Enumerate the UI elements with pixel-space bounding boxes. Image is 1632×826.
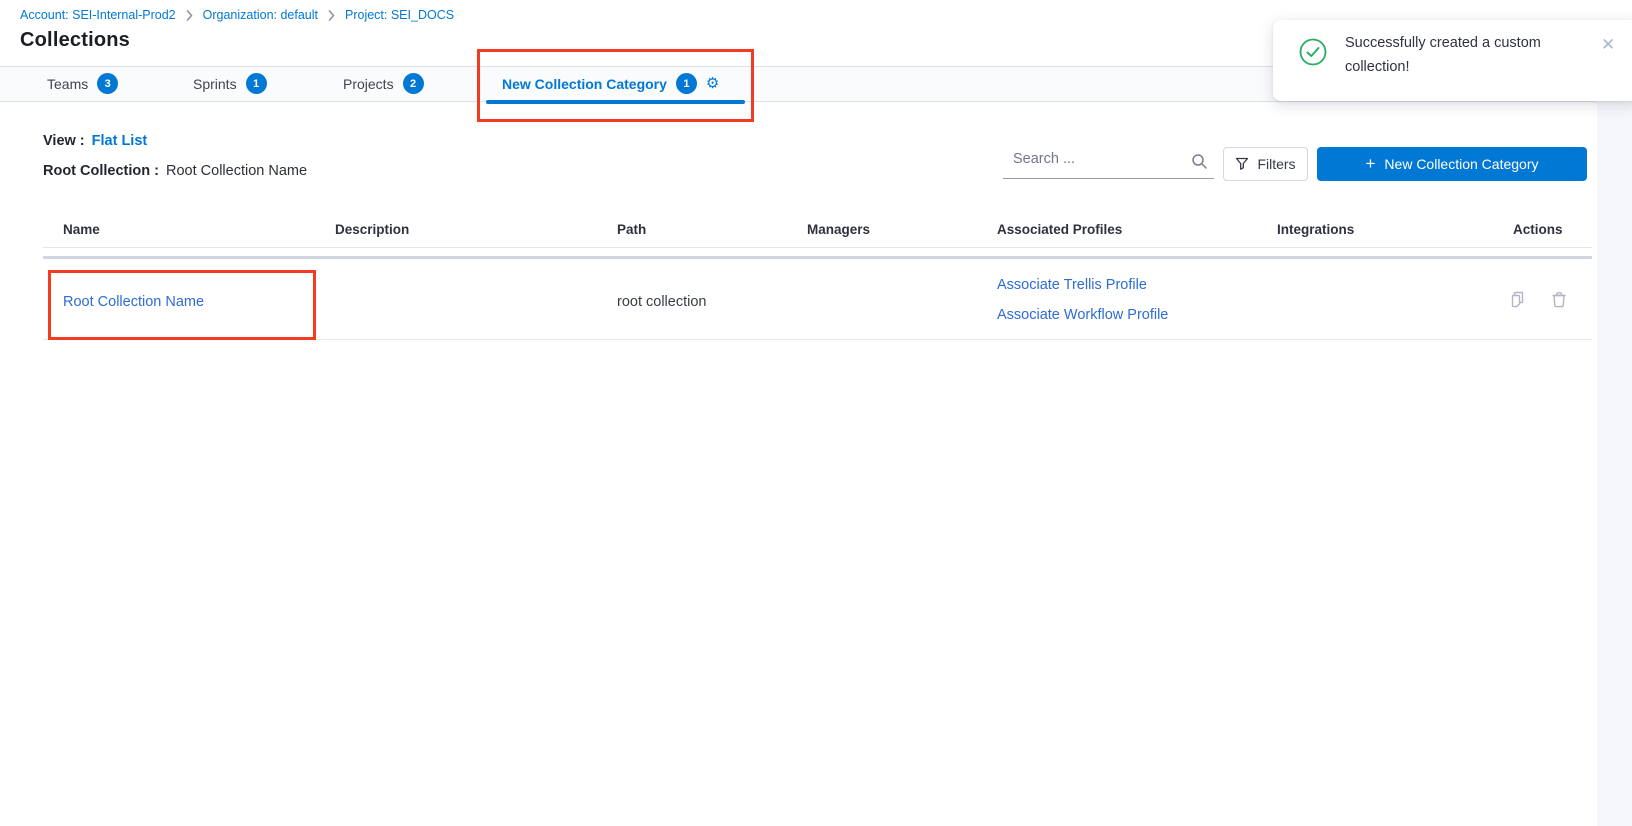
tab-new-collection-category[interactable]: New Collection Category 1 ⚙ <box>502 66 719 101</box>
column-header-associated-profiles: Associated Profiles <box>997 222 1122 237</box>
row-path-value: root collection <box>617 294 706 310</box>
close-icon[interactable]: ✕ <box>1601 36 1615 53</box>
new-collection-category-button-label: New Collection Category <box>1384 156 1538 172</box>
tab-teams-count-badge: 3 <box>97 73 118 94</box>
associate-workflow-profile-link[interactable]: Associate Workflow Profile <box>997 307 1168 323</box>
root-collection-label: Root Collection : <box>43 163 159 179</box>
search-field <box>1003 146 1214 179</box>
associate-trellis-profile-link[interactable]: Associate Trellis Profile <box>997 277 1147 293</box>
root-collection-value: Root Collection Name <box>166 163 307 179</box>
tab-projects[interactable]: Projects 2 <box>343 66 424 101</box>
chevron-right-icon <box>328 10 335 21</box>
success-check-icon <box>1299 38 1327 71</box>
tab-sprints-label: Sprints <box>193 76 237 92</box>
tab-new-collection-category-count-badge: 1 <box>676 73 697 94</box>
page-title: Collections <box>20 29 130 52</box>
active-tab-underline <box>486 100 745 104</box>
breadcrumb-organization[interactable]: Organization: default <box>203 8 318 22</box>
column-header-integrations: Integrations <box>1277 222 1354 237</box>
search-icon <box>1191 153 1208 175</box>
view-label: View : <box>43 133 85 149</box>
collections-page: Account: SEI-Internal-Prod2 Organization… <box>0 0 1632 826</box>
breadcrumb-project[interactable]: Project: SEI_DOCS <box>345 8 454 22</box>
breadcrumb: Account: SEI-Internal-Prod2 Organization… <box>20 8 454 22</box>
chevron-right-icon <box>186 10 193 21</box>
tab-projects-label: Projects <box>343 76 394 92</box>
column-header-description: Description <box>335 222 409 237</box>
column-header-actions: Actions <box>1513 222 1563 237</box>
search-input[interactable] <box>1003 146 1214 178</box>
column-header-name: Name <box>63 222 100 237</box>
new-collection-category-button[interactable]: + New Collection Category <box>1317 147 1587 181</box>
toast-message: Successfully created a custom collection… <box>1345 32 1593 79</box>
tab-teams[interactable]: Teams 3 <box>47 66 118 101</box>
tab-projects-count-badge: 2 <box>403 73 424 94</box>
tab-teams-label: Teams <box>47 76 88 92</box>
plus-icon: + <box>1365 155 1375 172</box>
column-header-path: Path <box>617 222 646 237</box>
copy-icon <box>1509 290 1528 309</box>
filters-button-label: Filters <box>1257 156 1295 172</box>
table-top-divider <box>43 256 1592 259</box>
header-divider <box>43 247 1592 248</box>
root-collection-line: Root Collection : Root Collection Name <box>43 163 307 179</box>
copy-collection-button[interactable] <box>1507 288 1529 310</box>
toast-message-line2: collection! <box>1345 56 1593 80</box>
tab-sprints[interactable]: Sprints 1 <box>193 66 267 101</box>
row-name-link[interactable]: Root Collection Name <box>63 294 204 310</box>
breadcrumb-account[interactable]: Account: SEI-Internal-Prod2 <box>20 8 176 22</box>
delete-collection-button[interactable] <box>1548 288 1570 310</box>
toast-message-line1: Successfully created a custom <box>1345 32 1593 56</box>
tab-new-collection-category-label: New Collection Category <box>502 76 667 92</box>
trash-icon <box>1550 290 1568 309</box>
view-selector-line: View : Flat List <box>43 133 147 149</box>
success-toast: Successfully created a custom collection… <box>1273 20 1632 101</box>
filters-button[interactable]: Filters <box>1223 147 1308 181</box>
page-background-band <box>1597 101 1632 826</box>
view-flat-list-link[interactable]: Flat List <box>92 133 148 149</box>
column-header-managers: Managers <box>807 222 870 237</box>
gear-icon[interactable]: ⚙ <box>706 76 719 91</box>
row-divider <box>43 339 1592 340</box>
filter-funnel-icon <box>1235 157 1249 171</box>
tab-sprints-count-badge: 1 <box>246 73 267 94</box>
